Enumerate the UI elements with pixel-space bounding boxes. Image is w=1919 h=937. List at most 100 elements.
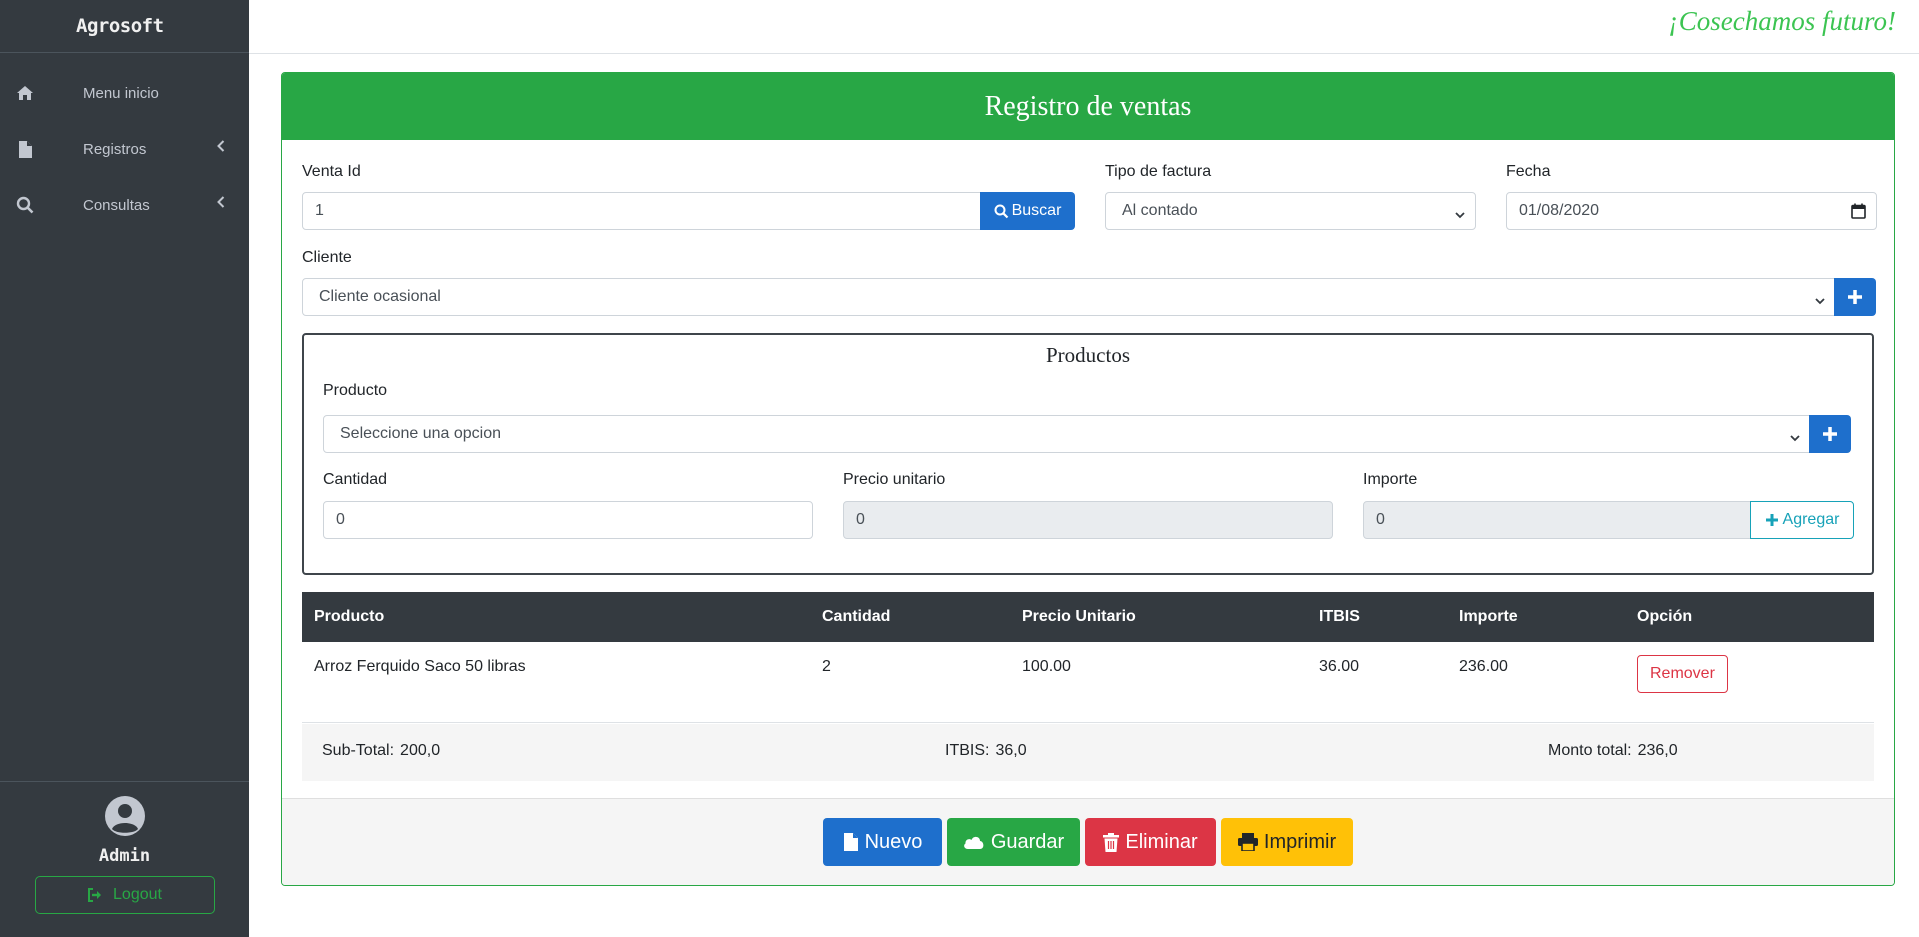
sidebar-item-label: Registros: [83, 140, 147, 158]
cell-importe: 236.00: [1459, 658, 1508, 675]
nuevo-button[interactable]: Nuevo: [823, 818, 942, 866]
chevron-down-icon: [1790, 429, 1800, 447]
imprimir-label: Imprimir: [1263, 830, 1337, 853]
monto-total: Monto total: 236,0: [1548, 742, 1678, 760]
cell-opcion: Remover: [1625, 642, 1874, 722]
producto-select[interactable]: Seleccione una opcion: [323, 415, 1811, 453]
brand-logo[interactable]: Agrosoft: [0, 0, 249, 53]
venta-id-label: Venta Id: [302, 163, 361, 180]
eliminar-label: Eliminar: [1125, 830, 1198, 853]
column-header-opcion: Opción: [1637, 608, 1693, 625]
plus-icon: [1822, 426, 1838, 442]
cliente-label: Cliente: [302, 249, 352, 266]
logout-label: Logout: [113, 886, 162, 903]
tipo-factura-label: Tipo de factura: [1105, 163, 1212, 180]
productos-title: Productos: [1046, 343, 1130, 367]
fecha-value: 01/08/2020: [1519, 202, 1600, 219]
chevron-down-icon: [1815, 292, 1825, 310]
cliente-select[interactable]: Cliente ocasional: [302, 278, 1836, 316]
file-icon: [14, 138, 36, 160]
page-title: Registro de ventas: [282, 73, 1894, 140]
cell-precio: 100.00: [1022, 658, 1071, 675]
column-header-itbis: ITBIS: [1319, 608, 1360, 625]
column-header-precio-unitario: Precio Unitario: [1022, 608, 1136, 625]
remover-button[interactable]: Remover: [1637, 655, 1728, 693]
topbar: ¡Cosechamos futuro!: [249, 0, 1919, 54]
form-body: Venta Id 1 Buscar Tipo de factura Al con…: [282, 140, 1894, 801]
tipo-factura-select[interactable]: Al contado: [1105, 192, 1476, 230]
buscar-button[interactable]: Buscar: [980, 192, 1075, 230]
add-cliente-button[interactable]: [1834, 278, 1876, 316]
plus-icon: [1765, 513, 1779, 527]
fecha-input[interactable]: 01/08/2020: [1506, 192, 1877, 230]
importe-input: 0: [1363, 501, 1751, 539]
table-row: Arroz Ferquido Saco 50 libras 2 100.00 3…: [302, 642, 1874, 722]
user-avatar-icon: [104, 795, 146, 842]
chevron-left-icon: [217, 139, 225, 156]
precio-unitario-input: 0: [843, 501, 1333, 539]
producto-label: Producto: [323, 382, 388, 399]
itbis-label: ITBIS:: [945, 742, 990, 759]
eliminar-button[interactable]: Eliminar: [1085, 818, 1216, 866]
print-icon: [1237, 833, 1258, 851]
sidebar-item-consultas[interactable]: Consultas: [0, 177, 249, 233]
subtotal: Sub-Total: 200,0: [322, 742, 440, 760]
sidebar-item-registros[interactable]: Registros: [0, 121, 249, 177]
nuevo-label: Nuevo: [864, 830, 923, 853]
cantidad-input[interactable]: 0: [323, 501, 813, 539]
slogan: ¡Cosechamos futuro!: [1668, 6, 1896, 36]
subtotal-value: 200,0: [400, 742, 441, 759]
column-header-cantidad: Cantidad: [822, 608, 891, 625]
itbis-total: ITBIS: 36,0: [945, 742, 1027, 760]
tipo-factura-value: Al contado: [1122, 202, 1198, 219]
agregar-button[interactable]: Agregar: [1750, 501, 1854, 539]
column-header-importe: Importe: [1459, 608, 1518, 625]
guardar-button[interactable]: Guardar: [947, 818, 1080, 866]
calendar-icon[interactable]: [1851, 203, 1866, 224]
sidebar-user-panel: Admin Logout: [0, 781, 249, 937]
plus-icon: [1847, 289, 1863, 305]
sidebar-item-label: Menu inicio: [83, 84, 159, 102]
home-icon: [14, 82, 36, 104]
sidebar-nav: Menu inicio Registros Consultas: [0, 65, 249, 233]
cell-cantidad: 2: [822, 658, 831, 675]
search-icon: [994, 204, 1009, 219]
monto-value: 236,0: [1637, 742, 1678, 759]
totals-bar: Sub-Total: 200,0 ITBIS: 36,0 Monto total…: [302, 724, 1874, 781]
sidebar-item-menu-inicio[interactable]: Menu inicio: [0, 65, 249, 121]
sidebar-item-label: Consultas: [83, 196, 150, 214]
sign-out-icon: [87, 888, 103, 902]
sales-form-card: Registro de ventas Venta Id 1 Buscar Tip…: [281, 72, 1895, 886]
imprimir-button[interactable]: Imprimir: [1221, 818, 1353, 866]
agregar-label: Agregar: [1782, 511, 1840, 528]
cantidad-label: Cantidad: [323, 471, 388, 488]
venta-id-input[interactable]: 1: [302, 192, 982, 230]
buscar-label: Buscar: [1011, 202, 1062, 219]
cliente-value: Cliente ocasional: [319, 288, 441, 305]
cell-producto: Arroz Ferquido Saco 50 libras: [314, 658, 526, 675]
productos-table: Producto Cantidad Precio Unitario ITBIS …: [302, 592, 1874, 723]
search-icon: [14, 194, 36, 216]
productos-panel: Productos Producto Seleccione una opcion: [302, 333, 1874, 575]
guardar-label: Guardar: [990, 830, 1065, 853]
importe-label: Importe: [1363, 471, 1418, 488]
column-header-producto: Producto: [314, 608, 385, 625]
file-icon: [843, 832, 859, 852]
cell-itbis: 36.00: [1319, 658, 1360, 675]
producto-value: Seleccione una opcion: [340, 425, 502, 442]
monto-label: Monto total:: [1548, 742, 1632, 759]
chevron-down-icon: [1455, 206, 1465, 224]
itbis-value: 36,0: [995, 742, 1027, 759]
cloud-icon: [963, 835, 985, 850]
chevron-left-icon: [217, 195, 225, 212]
form-actions: Nuevo Guardar Eliminar Imprimir: [282, 798, 1894, 885]
logout-button[interactable]: Logout: [34, 876, 215, 914]
sidebar: Agrosoft Menu inicio Registros Consultas…: [0, 0, 249, 937]
precio-unitario-label: Precio unitario: [843, 471, 946, 488]
fecha-label: Fecha: [1506, 163, 1551, 180]
subtotal-label: Sub-Total:: [322, 742, 395, 759]
add-producto-button[interactable]: [1809, 415, 1851, 453]
user-name: Admin: [98, 846, 151, 866]
trash-icon: [1103, 832, 1120, 852]
app-root: Agrosoft Menu inicio Registros Consultas…: [0, 0, 1919, 937]
